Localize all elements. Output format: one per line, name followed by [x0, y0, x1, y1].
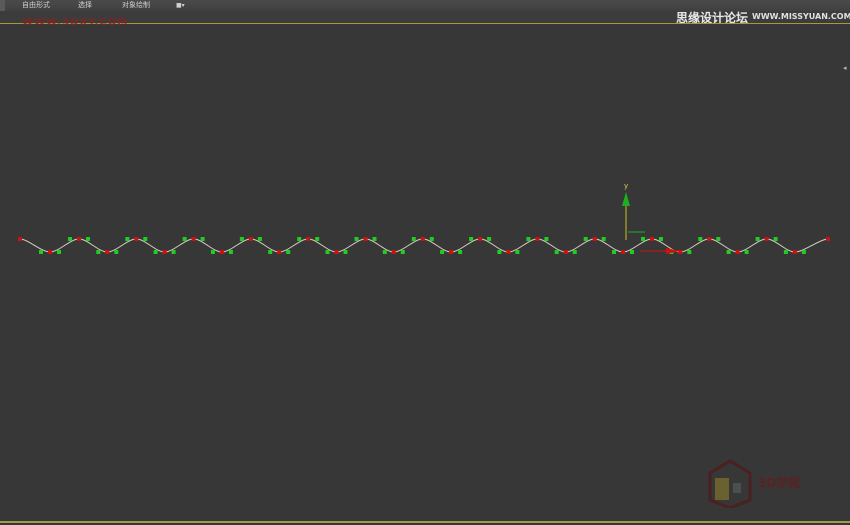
- bezier-handle[interactable]: [171, 250, 176, 254]
- bezier-handle[interactable]: [526, 237, 531, 241]
- bezier-handle[interactable]: [268, 250, 273, 254]
- bezier-handle[interactable]: [469, 237, 474, 241]
- bezier-handle[interactable]: [411, 237, 416, 241]
- spline-vertex[interactable]: [621, 250, 625, 254]
- bezier-handle[interactable]: [612, 250, 616, 254]
- bezier-handle[interactable]: [125, 237, 130, 241]
- spline-vertex[interactable]: [191, 237, 196, 241]
- bezier-handle[interactable]: [801, 250, 806, 254]
- bezier-handle[interactable]: [515, 250, 520, 254]
- bezier-handle[interactable]: [497, 250, 502, 254]
- spline-vertex[interactable]: [77, 237, 81, 241]
- wave-spline: [18, 237, 830, 254]
- bezier-handle[interactable]: [68, 237, 72, 241]
- bezier-handle[interactable]: [687, 250, 692, 254]
- bezier-handle[interactable]: [57, 250, 61, 254]
- spline-vertex[interactable]: [306, 237, 311, 241]
- bezier-handle[interactable]: [297, 237, 302, 241]
- bezier-handle[interactable]: [239, 237, 244, 241]
- bezier-handle[interactable]: [257, 237, 262, 241]
- bezier-handle[interactable]: [783, 250, 788, 254]
- bezier-handle[interactable]: [698, 237, 703, 241]
- bezier-handle[interactable]: [182, 237, 187, 241]
- bezier-handle[interactable]: [641, 237, 645, 241]
- bezier-handle[interactable]: [96, 250, 101, 254]
- bezier-handle[interactable]: [382, 250, 387, 254]
- bezier-handle[interactable]: [583, 237, 588, 241]
- spline-vertex[interactable]: [678, 250, 683, 254]
- spline-vertex[interactable]: [162, 250, 167, 254]
- spline-vertex[interactable]: [592, 237, 597, 241]
- bezier-handle[interactable]: [372, 237, 377, 241]
- spline-vertex[interactable]: [134, 237, 139, 241]
- bezier-handle[interactable]: [554, 250, 559, 254]
- spline-vertex[interactable]: [449, 250, 454, 254]
- bezier-handle[interactable]: [429, 237, 434, 241]
- spline-scene[interactable]: y: [0, 0, 850, 525]
- bezier-handle[interactable]: [86, 237, 90, 241]
- logo-text: 3D学苑: [758, 476, 801, 490]
- spline-vertex[interactable]: [420, 237, 425, 241]
- bezier-handle[interactable]: [315, 237, 320, 241]
- bezier-handle[interactable]: [143, 237, 148, 241]
- spline-vertex[interactable]: [563, 250, 568, 254]
- spline-vertex[interactable]: [735, 250, 740, 254]
- gizmo-y-label: y: [624, 182, 628, 190]
- bezier-handle[interactable]: [544, 237, 549, 241]
- bezier-handle[interactable]: [773, 237, 778, 241]
- bezier-handle[interactable]: [716, 237, 721, 241]
- gizmo-y-arrow-icon: [622, 192, 630, 206]
- spline-vertex[interactable]: [105, 250, 110, 254]
- bezier-handle[interactable]: [400, 250, 405, 254]
- spline-vertex[interactable]: [506, 250, 511, 254]
- spline-vertex[interactable]: [650, 237, 654, 241]
- spline-vertex[interactable]: [391, 250, 396, 254]
- spline-vertex[interactable]: [219, 250, 224, 254]
- bezier-handle[interactable]: [726, 250, 731, 254]
- spline-vertex[interactable]: [48, 250, 52, 254]
- spline-vertex[interactable]: [707, 237, 712, 241]
- bezier-handle[interactable]: [210, 250, 215, 254]
- bezier-handle[interactable]: [755, 237, 760, 241]
- bezier-handle[interactable]: [228, 250, 233, 254]
- bezier-handle[interactable]: [325, 250, 330, 254]
- spline-vertex[interactable]: [535, 237, 540, 241]
- bezier-handle[interactable]: [601, 237, 606, 241]
- spline-vertex[interactable]: [792, 250, 797, 254]
- spline-vertex[interactable]: [18, 237, 22, 241]
- bezier-handle[interactable]: [487, 237, 492, 241]
- bezier-handle[interactable]: [572, 250, 577, 254]
- spline-vertex[interactable]: [277, 250, 282, 254]
- bezier-handle[interactable]: [286, 250, 291, 254]
- bezier-handle[interactable]: [659, 237, 663, 241]
- bezier-handle[interactable]: [354, 237, 359, 241]
- spline-vertex[interactable]: [826, 237, 830, 241]
- bezier-handle[interactable]: [114, 250, 119, 254]
- bezier-handle[interactable]: [153, 250, 158, 254]
- bezier-handle[interactable]: [343, 250, 348, 254]
- bezier-handle[interactable]: [744, 250, 749, 254]
- bezier-handle[interactable]: [200, 237, 205, 241]
- spline-vertex[interactable]: [478, 237, 483, 241]
- bezier-handle[interactable]: [39, 250, 43, 254]
- 3dxy-logo-icon: [708, 459, 752, 508]
- spline-vertex[interactable]: [248, 237, 253, 241]
- spline-vertex[interactable]: [363, 237, 368, 241]
- spline-vertex[interactable]: [764, 237, 769, 241]
- bezier-handle[interactable]: [440, 250, 445, 254]
- transform-gizmo[interactable]: y: [622, 182, 680, 254]
- bezier-handle[interactable]: [630, 250, 634, 254]
- bezier-handle[interactable]: [458, 250, 463, 254]
- spline-vertex[interactable]: [334, 250, 339, 254]
